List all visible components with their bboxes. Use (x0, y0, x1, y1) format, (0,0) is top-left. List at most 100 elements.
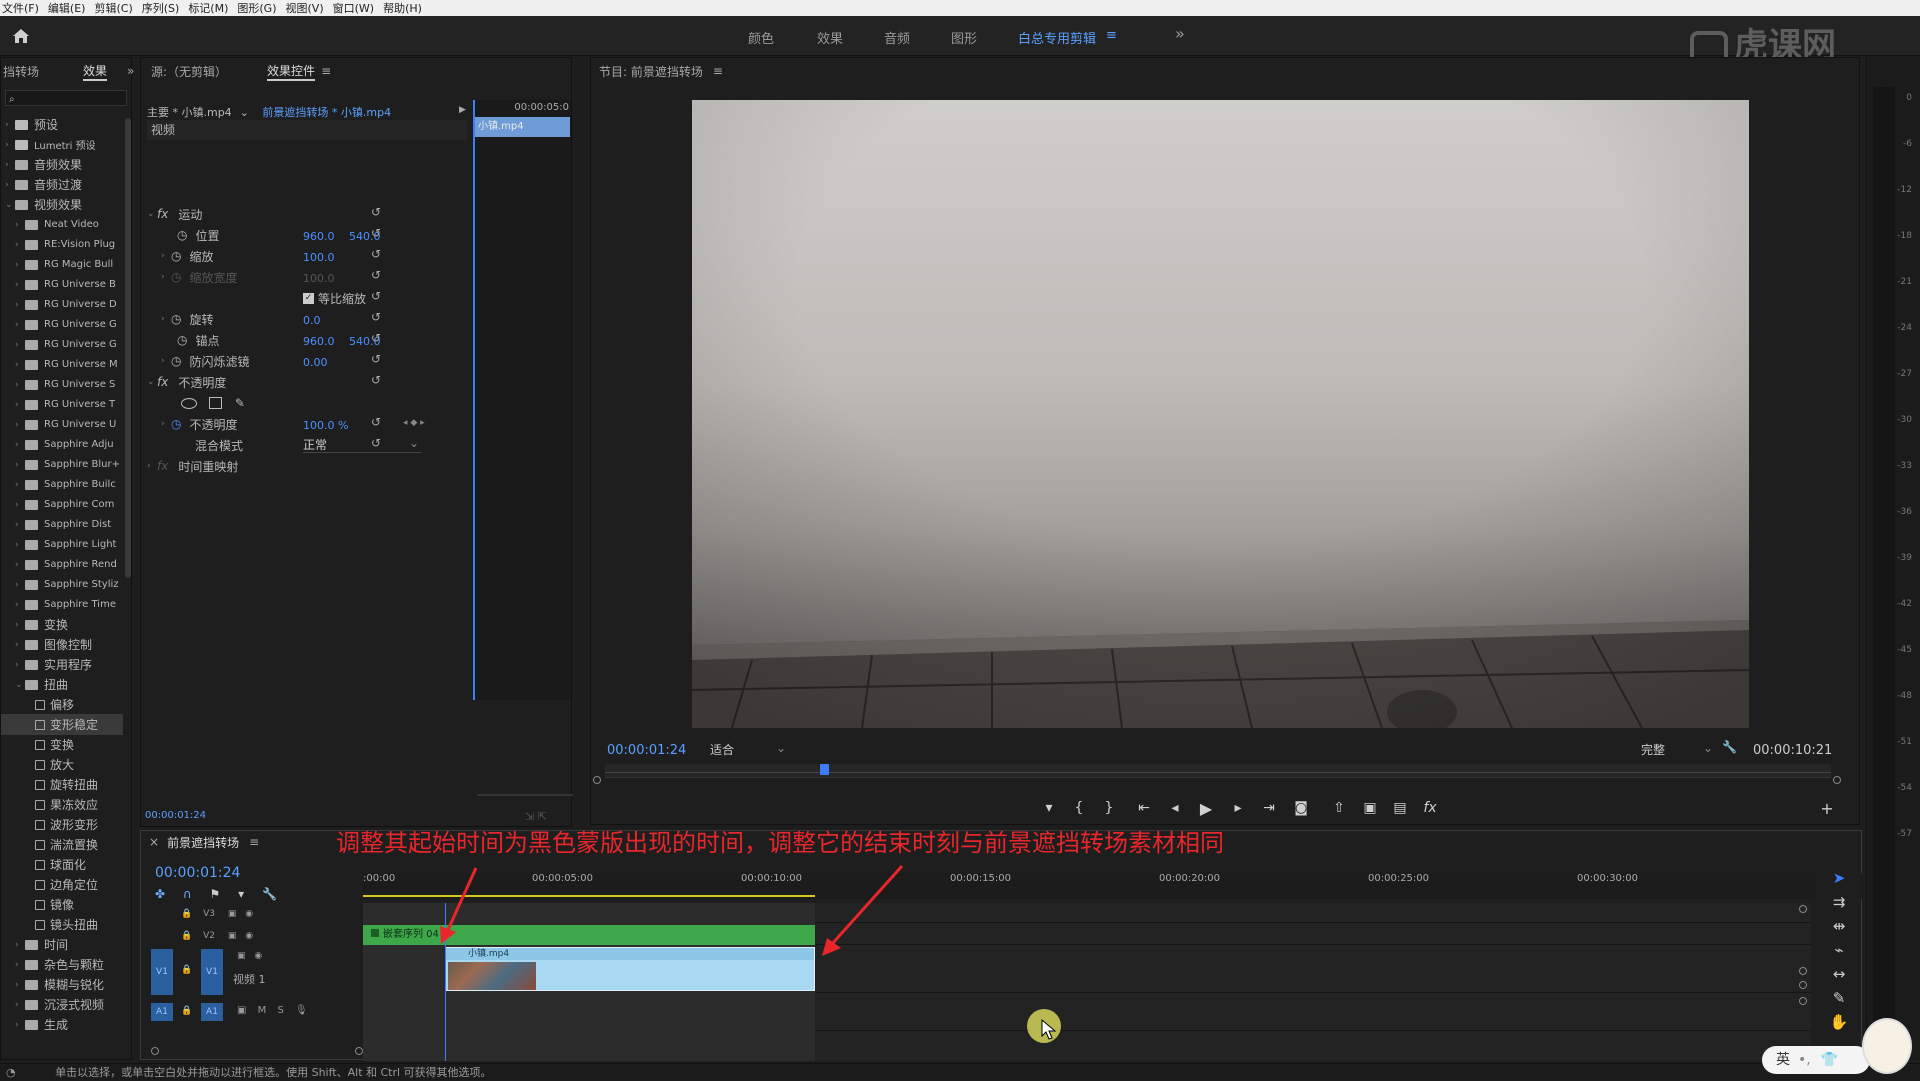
workspace-custom[interactable]: 白总专用剪辑 (1018, 28, 1096, 47)
chevron-icon[interactable]: › (15, 500, 25, 510)
chevron-icon[interactable]: › (15, 580, 25, 590)
reset-icon[interactable]: ↺ (371, 415, 381, 429)
chevron-icon[interactable]: › (15, 420, 25, 430)
timeline-playhead-line[interactable] (445, 903, 446, 1061)
track-target-a1[interactable]: A1 (201, 1003, 223, 1021)
chevron-icon[interactable]: › (15, 380, 25, 390)
step-forward-icon[interactable]: ▸ (1228, 800, 1248, 816)
mute-button[interactable]: M (258, 1005, 267, 1016)
ime-punct-icon[interactable]: •, (1798, 1052, 1811, 1068)
ripple-edit-tool-icon[interactable]: ⇹ (1817, 917, 1861, 935)
stopwatch-icon[interactable]: ◷ (177, 228, 187, 242)
effects-tree-item[interactable]: › 生成 (1, 1014, 123, 1035)
chevron-icon[interactable]: › (15, 1000, 25, 1010)
chevron-icon[interactable]: › (15, 460, 25, 470)
effects-tree-item[interactable]: › 杂色与颗粒 (1, 954, 123, 975)
effects-tree-item[interactable]: 镜像 (1, 894, 123, 915)
effects-tree-item[interactable]: 波形变形 (1, 814, 123, 835)
fit-select[interactable]: 适合 ⌄ (710, 741, 786, 759)
chevron-icon[interactable]: › (15, 320, 25, 330)
menu-clip[interactable]: 剪辑(C) (94, 0, 132, 16)
stopwatch-icon[interactable]: ◷ (177, 333, 187, 347)
panel-menu-icon[interactable]: ≡ (713, 64, 723, 78)
panel-more-button[interactable]: » (127, 64, 134, 78)
lift-icon[interactable]: ⇧ (1329, 800, 1349, 816)
workspace-color[interactable]: 颜色 (748, 28, 774, 47)
chevron-icon[interactable]: › (15, 980, 25, 990)
overwrite-icon[interactable]: ▤ (1390, 800, 1410, 816)
close-icon[interactable]: × (149, 835, 159, 849)
effects-tree-item[interactable]: › 沉浸式视频 (1, 994, 123, 1015)
effects-tree-item[interactable]: › Sapphire Light (1, 534, 123, 555)
effects-tree-item[interactable]: › RG Universe T (1, 394, 123, 415)
workspace-audio[interactable]: 音频 (884, 28, 910, 47)
add-marker-tool-icon[interactable]: ⚑ (210, 887, 221, 901)
zoom-handle-right[interactable] (355, 1047, 363, 1055)
eye-icon[interactable]: ◉ (254, 951, 262, 961)
effects-tree-item[interactable]: 镜头扭曲 (1, 914, 123, 935)
time-remap-row[interactable]: › fx 时间重映射 (147, 456, 238, 476)
effects-tree-item[interactable]: › 音频过渡 (1, 174, 123, 195)
effects-tree-item[interactable]: 湍流置换 (1, 834, 123, 855)
panel-menu-icon[interactable]: ≡ (321, 64, 331, 78)
chevron-icon[interactable]: ⌄ (15, 680, 25, 690)
razor-tool-icon[interactable]: ⌁ (1817, 941, 1861, 959)
effects-tree-item[interactable]: 偏移 (1, 694, 123, 715)
add-button-icon[interactable]: + (1817, 799, 1837, 818)
zoom-handle-left[interactable] (151, 1047, 159, 1055)
stopwatch-icon[interactable]: ◷ (171, 312, 181, 326)
sequence-clip-link[interactable]: 前景遮挡转场 * 小镇.mp4 (262, 106, 391, 119)
chevron-down-icon[interactable]: ⌄ (240, 106, 249, 119)
menu-edit[interactable]: 编辑(E) (48, 0, 86, 16)
chevron-icon[interactable]: › (15, 240, 25, 250)
keyframe-nav[interactable]: ◂ ◆ ▸ (403, 418, 425, 428)
video-clip[interactable]: 小镇.mp4 (445, 947, 815, 991)
effects-tree-item[interactable]: › RG Universe G (1, 314, 123, 335)
tab-source[interactable]: 源:（无剪辑） (151, 63, 227, 80)
go-to-in-icon[interactable]: ⇤ (1134, 800, 1154, 816)
blend-mode-select[interactable]: 正常 ⌄ (303, 436, 421, 453)
wrench-icon[interactable]: 🔧 (262, 887, 277, 901)
scale-value[interactable]: 100.0 (303, 251, 335, 264)
timeline-timecode[interactable]: 00:00:01:24 (155, 865, 240, 881)
effects-tree-item[interactable]: › RG Universe M (1, 354, 123, 375)
effects-tree-item[interactable]: › 时间 (1, 934, 123, 955)
track-select-tool-icon[interactable]: ⇉ (1817, 893, 1861, 911)
effects-tree-item[interactable]: 变形稳定 (1, 714, 123, 735)
chevron-icon[interactable]: › (15, 940, 25, 950)
tab-effect-controls[interactable]: 效果控件 (267, 62, 316, 81)
source-patch-a1[interactable]: A1 (151, 1003, 173, 1021)
chevron-icon[interactable]: › (5, 160, 15, 170)
reset-icon[interactable]: ↺ (371, 268, 381, 282)
lock-icon[interactable]: 🔒 (181, 1006, 192, 1016)
effects-tree-item[interactable]: › RG Universe D (1, 294, 123, 315)
effects-tree-item[interactable]: › RG Universe U (1, 414, 123, 435)
effects-tree-item[interactable]: › Lumetri 预设 (1, 134, 123, 155)
menu-help[interactable]: 帮助(H) (383, 0, 422, 16)
export-frame-icon[interactable]: ◙ (1291, 800, 1311, 816)
track-target-v1[interactable]: V1 (201, 949, 223, 995)
lock-icon[interactable]: 🔒 (181, 965, 192, 975)
ec-playhead[interactable] (473, 100, 475, 700)
home-icon[interactable] (12, 28, 30, 44)
effects-tree-item[interactable]: 旋转扭曲 (1, 774, 123, 795)
sync-icon[interactable]: ▣ (237, 1005, 246, 1016)
timeline-ruler[interactable]: :00:00 00:00:05:00 00:00:10:00 00:00:15:00 0… (363, 873, 1863, 899)
reset-icon[interactable]: ↺ (371, 373, 381, 387)
workspace-more-button[interactable]: » (1175, 24, 1185, 43)
effects-tree-item[interactable]: › 实用程序 (1, 654, 123, 675)
source-patch-v1[interactable]: V1 (151, 949, 173, 995)
zoom-handle-left[interactable] (593, 776, 601, 784)
fx-motion-row[interactable]: ⌄ fx 运动 (147, 204, 202, 224)
marker-icon[interactable]: ▾ (1039, 800, 1059, 816)
chevron-icon[interactable]: › (5, 180, 15, 190)
menu-file[interactable]: 文件(F) (2, 0, 39, 16)
chevron-icon[interactable]: › (15, 1020, 25, 1030)
chevron-icon[interactable]: › (15, 440, 25, 450)
marker-icon[interactable]: ▾ (238, 887, 244, 901)
insert-icon[interactable]: ▣ (1360, 800, 1380, 816)
microphone-icon[interactable]: 🎙 (295, 1005, 308, 1016)
effects-tree-item[interactable]: › Sapphire Rend (1, 554, 123, 575)
effects-tree-item[interactable]: ⌄ 扭曲 (1, 674, 123, 695)
reset-icon[interactable]: ↺ (371, 226, 381, 240)
